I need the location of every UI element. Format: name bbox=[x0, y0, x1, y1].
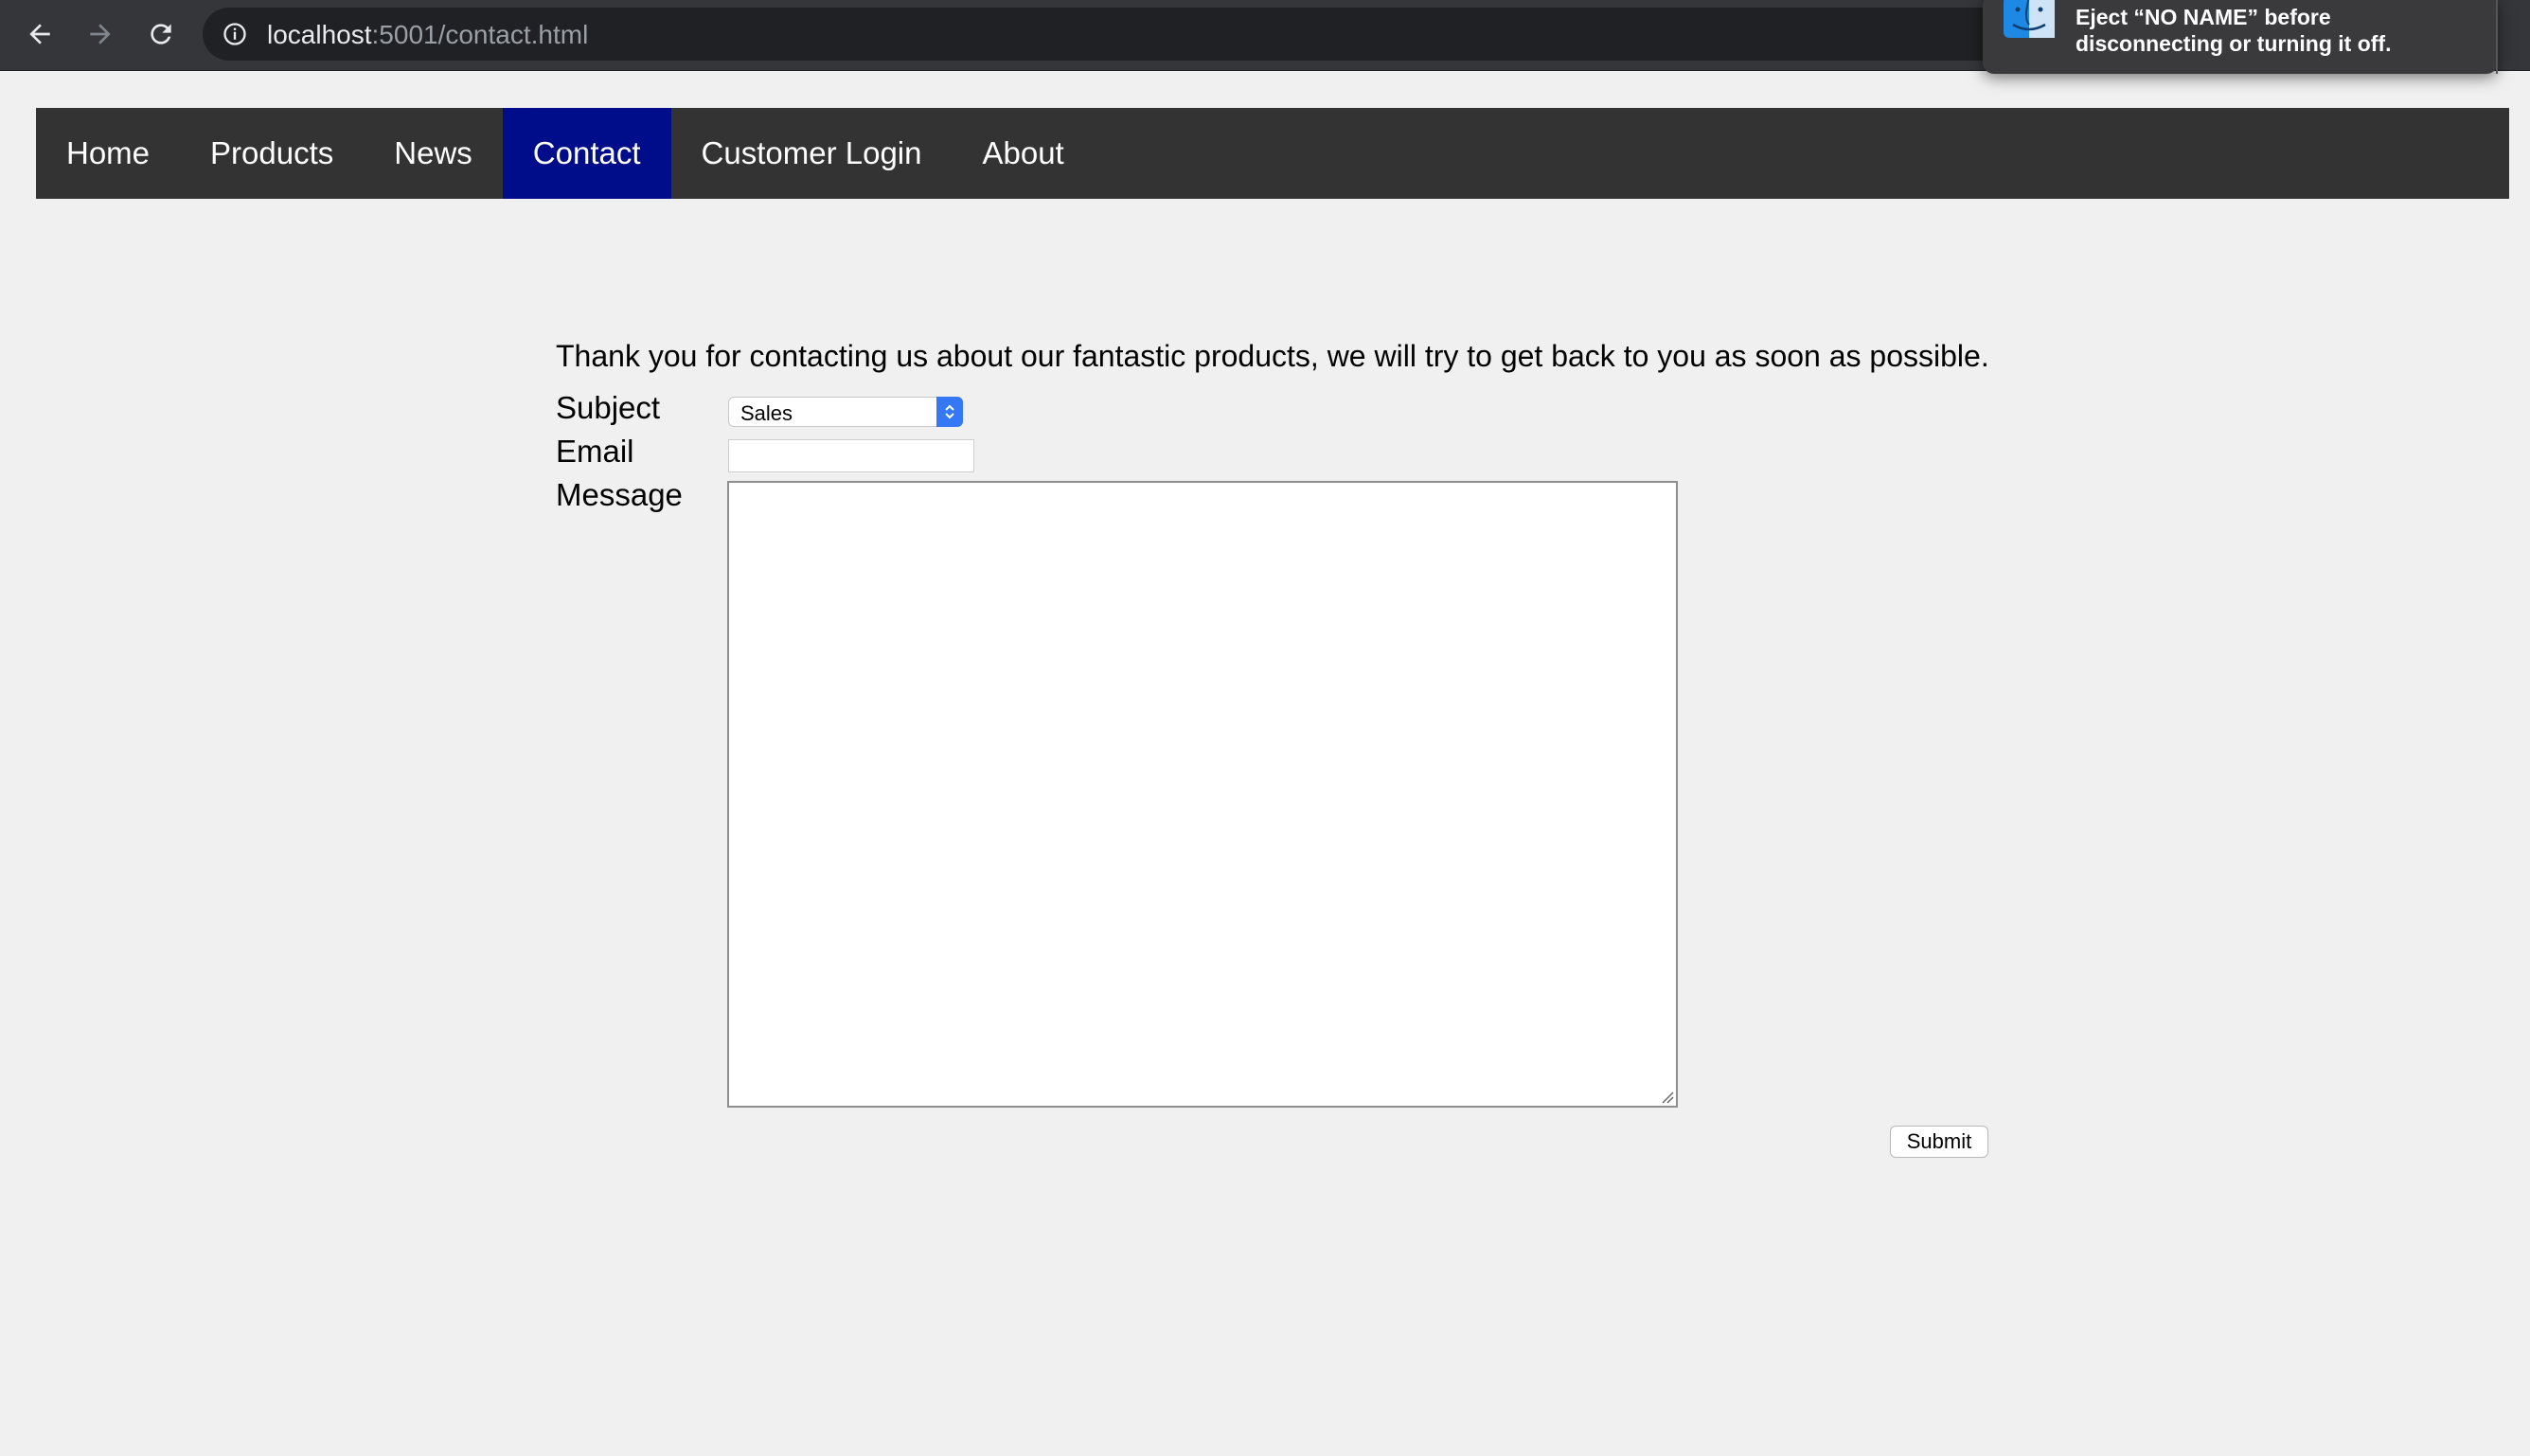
reload-button[interactable] bbox=[140, 13, 182, 55]
finder-icon bbox=[2004, 0, 2055, 38]
info-icon[interactable] bbox=[222, 21, 248, 47]
nav-item-products[interactable]: Products bbox=[180, 108, 364, 199]
back-button[interactable] bbox=[19, 13, 61, 55]
message-label: Message bbox=[556, 477, 683, 512]
nav-item-customer-login[interactable]: Customer Login bbox=[671, 108, 953, 199]
email-field[interactable] bbox=[728, 439, 974, 472]
url-path: :5001/contact.html bbox=[371, 20, 589, 49]
submit-button[interactable]: Submit bbox=[1890, 1126, 1988, 1158]
nav-item-home[interactable]: Home bbox=[36, 108, 180, 199]
contact-intro-text: Thank you for contacting us about our fa… bbox=[556, 339, 1989, 373]
eject-notification[interactable]: Eject “NO NAME” before disconnecting or … bbox=[1983, 0, 2498, 74]
url-text[interactable]: localhost:5001/contact.html bbox=[267, 20, 588, 50]
back-arrow-icon bbox=[29, 24, 50, 44]
email-label: Email bbox=[556, 434, 634, 469]
forward-button[interactable] bbox=[80, 13, 121, 55]
notification-text: Eject “NO NAME” before disconnecting or … bbox=[2076, 5, 2392, 56]
subject-select[interactable]: Sales bbox=[728, 397, 963, 427]
subject-label: Subject bbox=[556, 390, 661, 425]
resize-grip-icon[interactable] bbox=[1659, 1089, 1674, 1104]
address-bar[interactable]: localhost:5001/contact.html bbox=[203, 8, 2096, 61]
message-textarea[interactable] bbox=[727, 481, 1678, 1108]
notification-divider bbox=[2496, 0, 2498, 74]
select-arrows-icon bbox=[936, 397, 963, 427]
nav-item-contact[interactable]: Contact bbox=[502, 108, 671, 199]
forward-arrow-icon bbox=[90, 24, 111, 44]
site-nav: Home Products News Contact Customer Logi… bbox=[36, 108, 2509, 199]
subject-selected-value: Sales bbox=[740, 401, 793, 425]
nav-item-news[interactable]: News bbox=[364, 108, 503, 199]
url-host: localhost bbox=[267, 20, 372, 49]
nav-item-about[interactable]: About bbox=[952, 108, 1094, 199]
reload-icon bbox=[151, 24, 171, 44]
